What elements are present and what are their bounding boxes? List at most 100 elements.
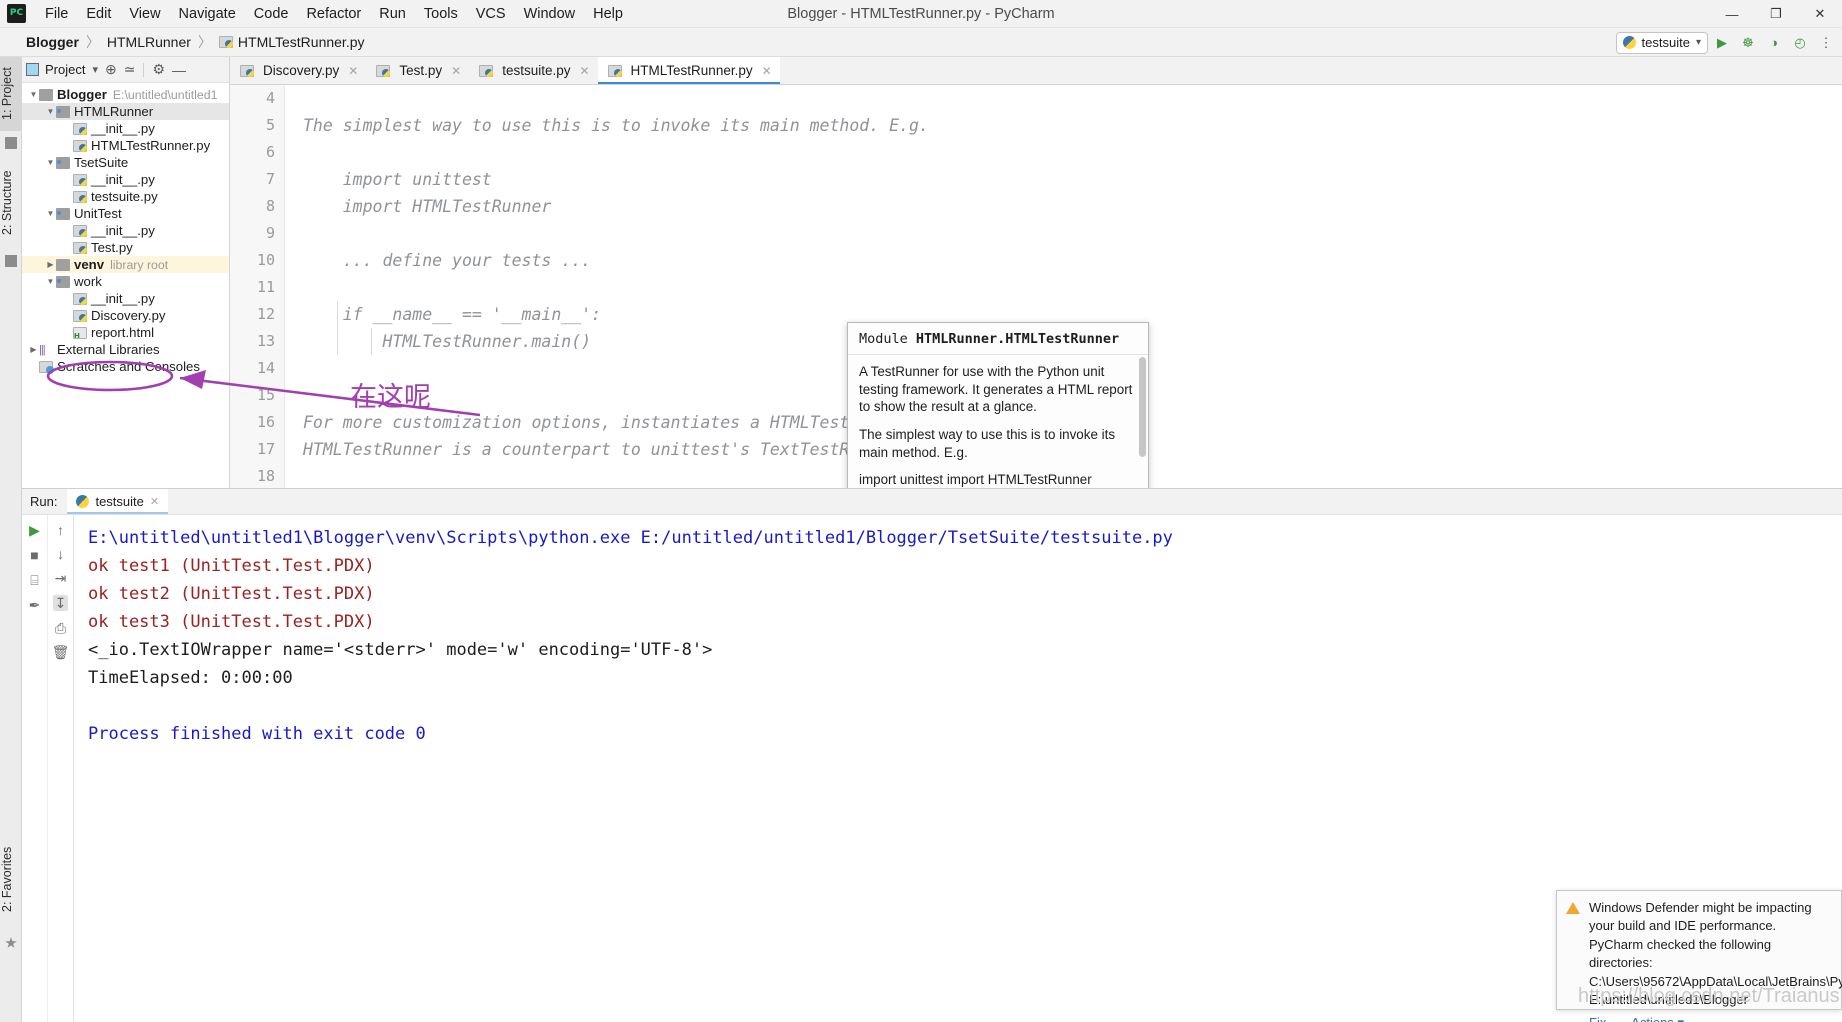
code-line[interactable]: import unittest [285,166,1842,193]
print-button[interactable]: ⎙ [55,621,66,635]
editor-tab-test-py[interactable]: Test.py ✕ [366,57,469,84]
stop-button[interactable]: ■ [30,548,38,562]
breadcrumb-separator-1: 〉 [85,34,100,50]
menu-help[interactable]: Help [584,4,632,24]
tree-item--init-py[interactable]: ▶__init__.py [22,120,229,137]
scroll-to-end-button[interactable]: ↧ [52,595,69,611]
tree-item-work[interactable]: ▼ work [22,273,229,290]
close-icon[interactable]: ✕ [451,64,461,78]
left-tool-strip: 1: Project 2: Structure 2: Favorites [0,57,22,1022]
debug-button[interactable]: ☸ [1736,31,1760,55]
tree-item-tsetsuite[interactable]: ▼ TsetSuite [22,154,229,171]
chevron-down-icon[interactable]: ▼ [45,107,56,116]
run-tab-testsuite[interactable]: testsuite ✕ [67,489,169,514]
clear-all-button[interactable]: 🗑 [52,645,70,659]
layout-button[interactable]: ⌸ [30,573,38,587]
editor-tab-label: testsuite.py [502,63,571,78]
run-panel-header: Run: testsuite ✕ [22,489,1842,515]
code-line[interactable] [285,274,1842,301]
line-number: 15 [256,386,275,404]
menu-tools[interactable]: Tools [415,4,467,24]
tree-item-venv[interactable]: ▶ venv library root [22,256,229,273]
tree-item-report-html[interactable]: ▶report.html [22,324,229,341]
menu-window[interactable]: Window [515,4,585,24]
menu-edit[interactable]: Edit [77,4,120,24]
chevron-down-icon[interactable]: ▾ [90,63,100,76]
window-controls: — ❐ ✕ [1710,0,1842,28]
menu-navigate[interactable]: Navigate [170,4,245,24]
doc-popup-scrollbar[interactable] [1139,357,1146,457]
console-line: E:\untitled\untitled1\Blogger\venv\Scrip… [88,528,1173,548]
collapse-all-icon[interactable]: ≃ [122,61,138,78]
tree-item-scratches-and-consoles[interactable]: ▶Scratches and Consoles [22,358,229,375]
next-occurrence-button[interactable]: ↓ [57,547,64,561]
chevron-down-icon[interactable]: ▼ [45,158,56,167]
code-line[interactable]: The simplest way to use this is to invok… [285,112,1842,139]
tree-item--init-py[interactable]: ▶__init__.py [22,171,229,188]
sidebar-item-structure[interactable]: 2: Structure [0,157,22,249]
editor-tab-label: Discovery.py [263,63,340,78]
menu-vcs[interactable]: VCS [467,4,515,24]
run-coverage-button[interactable]: ◑ [1762,31,1786,55]
chevron-right-icon[interactable]: ▶ [45,260,56,269]
code-line[interactable]: import HTMLTestRunner [285,193,1842,220]
sidebar-item-project[interactable]: 1: Project [0,57,22,131]
tree-item-test-py[interactable]: ▶Test.py [22,239,229,256]
editor-tab-testsuite-py[interactable]: testsuite.py ✕ [469,57,597,84]
menu-run[interactable]: Run [370,4,415,24]
library-icon: ||| [39,343,46,356]
sidebar-item-favorites[interactable]: 2: Favorites [0,832,22,927]
chevron-right-icon[interactable]: ▶ [28,345,39,354]
code-line[interactable] [285,220,1842,247]
line-number: 17 [256,440,275,458]
close-button[interactable]: ✕ [1798,0,1842,28]
notification-balloon[interactable]: Windows Defender might be impacting your… [1556,890,1842,1022]
tree-item-external-libraries[interactable]: ▶ ||| External Libraries [22,341,229,358]
menu-file[interactable]: File [36,4,77,24]
tree-item--init-py[interactable]: ▶__init__.py [22,222,229,239]
pin-tab-button[interactable]: ✒ [29,598,41,612]
python-icon [1622,36,1636,49]
menu-refactor[interactable]: Refactor [297,4,370,24]
tree-item-discovery-py[interactable]: ▶Discovery.py [22,307,229,324]
tree-item-htmltestrunner-py[interactable]: ▶HTMLTestRunner.py [22,137,229,154]
fix-link[interactable]: Fix... [1589,1014,1617,1022]
breadcrumb-project[interactable]: Blogger [26,34,79,50]
actions-link[interactable]: Actions ▾ [1631,1014,1684,1022]
more-options-icon[interactable]: ⋮ [1814,31,1838,55]
tree-item--init-py[interactable]: ▶__init__.py [22,290,229,307]
close-icon[interactable]: ✕ [150,495,159,508]
close-icon[interactable]: ✕ [762,64,772,78]
minimize-button[interactable]: — [1710,0,1754,28]
chevron-down-icon[interactable]: ▼ [28,90,39,99]
chevron-down-icon[interactable]: ▼ [45,277,56,286]
profile-button[interactable]: ◴ [1788,31,1812,55]
close-icon[interactable]: ✕ [579,64,589,78]
maximize-button[interactable]: ❐ [1754,0,1798,28]
code-line[interactable]: ... define your tests ... [285,247,1842,274]
rerun-button[interactable]: ▶ [29,523,40,537]
code-line[interactable] [285,85,1842,112]
tree-item-unittest[interactable]: ▼ UnitTest [22,205,229,222]
editor-tab-discovery-py[interactable]: Discovery.py ✕ [230,57,366,84]
editor-tab-htmltestrunner-py[interactable]: HTMLTestRunner.py ✕ [597,57,780,84]
run-button[interactable]: ▶ [1710,31,1734,55]
breadcrumb-folder[interactable]: HTMLRunner [107,34,191,50]
locate-file-icon[interactable]: ⊕ [103,61,119,78]
tree-item-htmlrunner[interactable]: ▼ HTMLRunner [22,103,229,120]
chevron-down-icon[interactable]: ▼ [45,209,56,218]
tree-item-blogger[interactable]: ▼ Blogger E:\untitled\untitled1 [22,86,229,103]
breadcrumb-file[interactable]: HTMLTestRunner.py [238,34,365,50]
code-line[interactable] [285,139,1842,166]
soft-wrap-button[interactable]: ⇥ [55,571,67,585]
tree-item-testsuite-py[interactable]: ▶testsuite.py [22,188,229,205]
run-configuration-selector[interactable]: testsuite ▾ [1615,31,1708,54]
prev-occurrence-button[interactable]: ↑ [57,523,64,537]
tree-item-label: __init__.py [91,223,155,238]
indent-guide [337,301,338,355]
close-icon[interactable]: ✕ [348,64,358,78]
gear-icon[interactable]: ⚙ [150,61,167,78]
menu-view[interactable]: View [120,4,169,24]
hide-panel-icon[interactable]: — [170,62,188,78]
menu-code[interactable]: Code [245,4,298,24]
